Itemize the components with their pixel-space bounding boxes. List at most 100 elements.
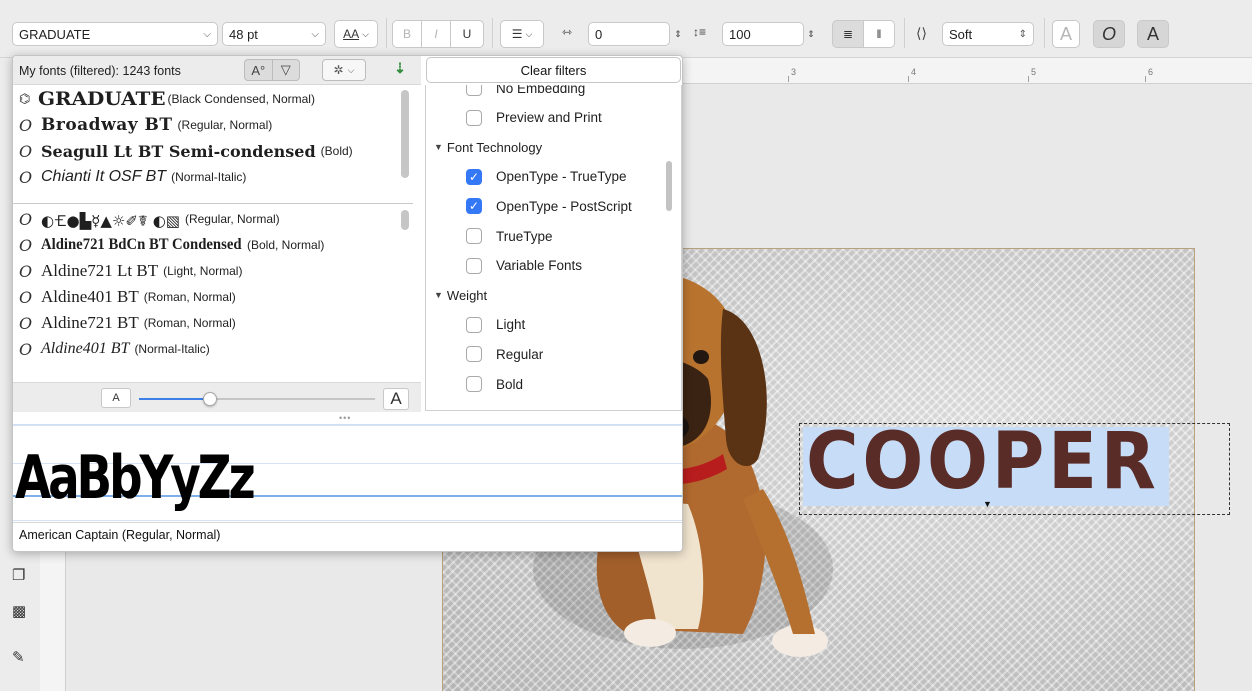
resize-handle-icon[interactable]: •••: [339, 413, 351, 423]
disclosure-triangle-icon: ▼: [434, 142, 443, 153]
divider: [386, 18, 387, 48]
opentype-font-icon: O: [19, 261, 33, 281]
add-font-icon[interactable]: ⇣: [389, 57, 411, 79]
italic-button[interactable]: I: [421, 20, 451, 48]
font-list-header: My fonts (filtered): 1243 fonts A° ▽ ✲ ⌵…: [13, 56, 421, 85]
filter-checkbox[interactable]: [466, 257, 482, 274]
font-item-style: (Regular, Normal): [177, 118, 273, 132]
ruler-tick: [908, 76, 909, 82]
font-item[interactable]: O Aldine401 BT (Roman, Normal): [13, 284, 413, 310]
font-item[interactable]: O Aldine401 BT (Normal-Italic): [13, 336, 413, 362]
filter-group-header[interactable]: ▼ Weight: [434, 284, 487, 306]
horizontal-text-button[interactable]: ≣: [832, 20, 864, 48]
font-item[interactable]: O Aldine721 BT (Roman, Normal): [13, 310, 413, 336]
filter-group-header[interactable]: ▼ Font Technology: [434, 136, 542, 158]
filter-checkbox[interactable]: [466, 346, 482, 363]
font-item[interactable]: O Aldine721 Lt BT (Light, Normal): [13, 258, 413, 284]
filter-group-label: Weight: [446, 287, 488, 303]
font-item-name: Broadway BT: [41, 115, 173, 135]
gear-icon: ✲: [333, 63, 344, 77]
font-item-name: Aldine401 BT: [41, 340, 130, 357]
filter-option[interactable]: ✓ OpenType - TrueType: [466, 166, 627, 188]
property-bar: GRADUATE ⌵ 48 pt ⌵ AA ⌵ B I U ☰ ⌵ ⇿ 0 ⇕ …: [0, 0, 1252, 58]
ruler-tick: [1028, 76, 1029, 82]
antialias-select[interactable]: Soft ⇕: [942, 22, 1034, 46]
favorites-scrollbar[interactable]: [401, 90, 409, 178]
filter-options-list: No Embedding Preview and Print ▼ Font Techn…: [425, 85, 682, 411]
clear-filters-button[interactable]: Clear filters: [426, 57, 681, 83]
font-item[interactable]: O Seagull Lt BT Semi-condensed (Bold): [13, 138, 413, 164]
font-item[interactable]: O Chianti It OSF BT (Normal-Italic): [13, 164, 413, 190]
transparency-tool-icon[interactable]: ▩: [12, 602, 26, 620]
opentype-font-icon: O: [19, 339, 33, 359]
filter-option[interactable]: Preview and Print: [466, 107, 602, 129]
ruler-tick: [1145, 76, 1146, 82]
underline-button[interactable]: U: [450, 20, 484, 48]
small-preview-button[interactable]: A: [101, 388, 131, 408]
italic-style-button[interactable]: O: [1093, 20, 1125, 48]
character-spacing-stepper[interactable]: ⇕: [673, 22, 683, 46]
font-family-select[interactable]: GRADUATE ⌵: [12, 22, 218, 46]
preview-size-slider[interactable]: [139, 392, 375, 406]
align-left-icon: ☰: [511, 27, 523, 41]
filter-option[interactable]: Bold: [466, 373, 523, 395]
font-item-style: (Roman, Normal): [143, 290, 236, 304]
font-item-name: Aldine721 BT: [41, 313, 139, 332]
filter-checkbox[interactable]: ✓: [466, 198, 482, 215]
headline-text[interactable]: COOPER: [806, 417, 1160, 507]
filter-scrollbar[interactable]: [666, 161, 672, 211]
line-spacing-field[interactable]: 100: [722, 22, 804, 46]
opentype-font-icon: O: [19, 235, 33, 255]
filter-option[interactable]: Regular: [466, 343, 543, 365]
list-divider: [13, 203, 413, 204]
font-list-scrollbar[interactable]: [401, 210, 409, 230]
font-item[interactable]: O Broadway BT (Regular, Normal): [13, 112, 413, 138]
font-sample-icon[interactable]: A°: [245, 60, 272, 80]
filter-option[interactable]: TrueType: [466, 225, 553, 247]
opentype-font-icon: O: [19, 115, 33, 135]
filter-checkbox[interactable]: [466, 376, 482, 392]
line-spacing-stepper[interactable]: ⇕: [806, 22, 816, 46]
preview-size-bar: A A: [13, 382, 421, 412]
font-settings-button[interactable]: ✲ ⌵: [322, 59, 366, 81]
preview-size-knob[interactable]: [202, 392, 217, 406]
vertical-text-button[interactable]: ‖: [863, 20, 895, 48]
all-fonts-list: O ◐🝗●▙☿▲☼✐☤ ◐▧ (Regular, Normal) O Aldin…: [13, 206, 413, 382]
filter-checkbox[interactable]: [466, 228, 482, 244]
filter-option[interactable]: No Embedding: [466, 85, 585, 99]
font-item-name: ◐🝗●▙☿▲☼✐☤ ◐▧: [41, 211, 180, 230]
filter-checkbox[interactable]: ✓: [466, 168, 482, 185]
filter-checkbox[interactable]: [466, 85, 482, 96]
character-spacing-field[interactable]: 0: [588, 22, 670, 46]
opentype-font-icon: O: [19, 209, 33, 229]
filter-option[interactable]: Light: [466, 314, 525, 336]
font-preview-text: AaBbYyZz: [15, 443, 256, 513]
font-item[interactable]: ⌬ GRADUATE (Black Condensed, Normal): [13, 86, 413, 112]
outline-text-button[interactable]: A: [1052, 20, 1080, 48]
preview-divider: [13, 522, 682, 523]
ruler-label: 3: [791, 67, 797, 77]
font-size-select[interactable]: 48 pt ⌵: [222, 22, 326, 46]
opentype-font-icon: O: [19, 141, 33, 161]
clear-filters-label: Clear filters: [520, 62, 587, 78]
text-case-button[interactable]: AA ⌵: [334, 20, 378, 48]
font-item[interactable]: O Aldine721 BdCn BT Condensed (Bold, Nor…: [13, 232, 413, 258]
filter-checkbox[interactable]: [466, 316, 482, 333]
eyedropper-tool-icon[interactable]: ✎: [12, 648, 25, 666]
font-item[interactable]: O ◐🝗●▙☿▲☼✐☤ ◐▧ (Regular, Normal): [13, 206, 413, 232]
filter-option[interactable]: ✓ OpenType - PostScript: [466, 195, 632, 217]
antialias-value: Soft: [949, 26, 973, 42]
text-style-button[interactable]: A: [1137, 20, 1169, 48]
bold-button[interactable]: B: [392, 20, 422, 48]
filter-checkbox[interactable]: [466, 109, 482, 126]
filter-icon[interactable]: ▽: [271, 60, 300, 80]
large-preview-button[interactable]: A: [383, 388, 409, 410]
line-spacing-value: 100: [729, 26, 751, 42]
ruler-label: 4: [911, 67, 917, 77]
outline-text-icon: A: [1059, 23, 1072, 44]
chevron-down-icon: ⌵: [525, 28, 533, 39]
alignment-button[interactable]: ☰ ⌵: [500, 20, 544, 48]
filter-option[interactable]: Variable Fonts: [466, 255, 582, 277]
favorite-fonts-list: ⌬ GRADUATE (Black Condensed, Normal) O B…: [13, 86, 413, 208]
frame-tool-icon[interactable]: ❐: [12, 566, 25, 584]
